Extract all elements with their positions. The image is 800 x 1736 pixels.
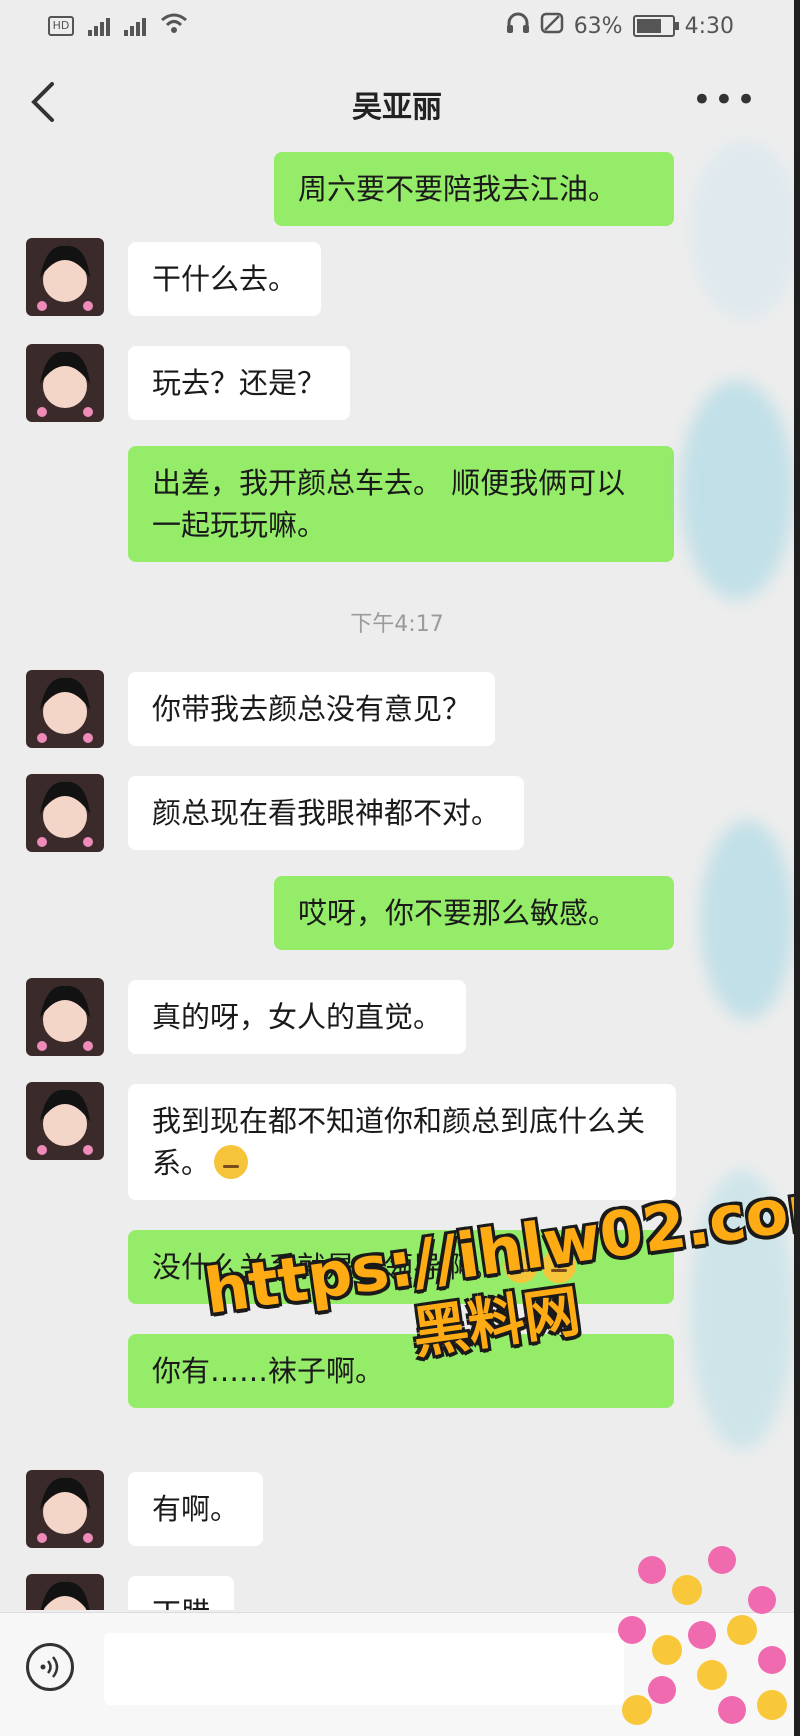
signal-icon-2 <box>124 16 146 36</box>
message-outgoing[interactable]: 周六要不要陪我去江油。 <box>274 152 674 226</box>
status-bar: HD 63% 4:30 <box>0 0 794 56</box>
message-text: 颜总现在看我眼神都不对。 <box>152 796 501 830</box>
timestamp: 下午4:17 <box>350 612 444 637</box>
hd-badge: HD <box>48 16 74 36</box>
avatar[interactable] <box>26 344 104 422</box>
avatar[interactable] <box>26 1470 104 1548</box>
pensive-face-icon <box>214 1145 249 1179</box>
screen-edge <box>794 0 800 1736</box>
message-incoming[interactable]: 我到现在都不知道你和颜总到底什么关系。 <box>128 1084 676 1200</box>
message-outgoing[interactable]: 哎呀，你不要那么敏感。 <box>274 876 674 950</box>
avatar[interactable] <box>26 238 104 316</box>
message-text: 出差，我开颜总车去。 顺便我俩可以一起玩玩嘛。 <box>152 466 626 542</box>
battery-percent: 63% <box>573 13 623 39</box>
wifi-icon <box>160 12 188 40</box>
message-text: 干什么去。 <box>152 262 298 296</box>
message-incoming[interactable]: 真的呀，女人的直觉。 <box>128 980 467 1054</box>
headphones-icon <box>506 12 530 40</box>
avatar[interactable] <box>26 670 104 748</box>
avatar[interactable] <box>26 1574 104 1610</box>
message-input[interactable] <box>104 1633 624 1705</box>
message-incoming[interactable]: 颜总现在看我眼神都不对。 <box>128 776 525 850</box>
status-left: HD <box>48 12 188 40</box>
message-text: 丁腊 <box>152 1596 210 1610</box>
message-list[interactable]: 周六要不要陪我去江油。 干什么去。 玩去？还是？ 出差，我开颜总车去。 顺便我俩… <box>0 140 794 1610</box>
status-right: 63% 4:30 <box>506 12 734 40</box>
avatar[interactable] <box>26 1082 104 1160</box>
message-text: 你带我去颜总没有意见？ <box>152 692 472 726</box>
emoji-sticker <box>612 1540 794 1736</box>
more-dots-icon[interactable]: ••• <box>692 80 758 120</box>
decorative-blob <box>680 380 794 600</box>
signal-icon <box>88 16 110 36</box>
chat-title: 吴亚丽 <box>352 90 442 125</box>
decorative-blob <box>690 140 800 320</box>
nav-bar: 吴亚丽 ••• <box>0 62 794 152</box>
message-text: 有啊。 <box>152 1492 240 1526</box>
message-text: 真的呀，女人的直觉。 <box>152 1000 443 1034</box>
message-text: 玩去？还是？ <box>152 366 327 400</box>
avatar[interactable] <box>26 978 104 1056</box>
message-incoming[interactable]: 丁腊 <box>128 1576 235 1610</box>
message-incoming[interactable]: 干什么去。 <box>128 242 322 316</box>
message-incoming[interactable]: 玩去？还是？ <box>128 346 351 420</box>
mute-icon <box>540 12 564 40</box>
avatar[interactable] <box>26 774 104 852</box>
message-text: 周六要不要陪我去江油。 <box>298 172 618 206</box>
battery-icon <box>632 15 679 37</box>
chat-screen: HD 63% 4:30 吴亚丽 ••• 周六要不要陪我去江油。 干什么去。 玩去… <box>0 0 800 1736</box>
message-incoming[interactable]: 你带我去颜总没有意见？ <box>128 672 496 746</box>
message-outgoing[interactable]: 出差，我开颜总车去。 顺便我俩可以一起玩玩嘛。 <box>128 446 674 562</box>
clock: 4:30 <box>684 13 734 39</box>
voice-input-icon[interactable] <box>26 1643 74 1691</box>
message-text: 哎呀，你不要那么敏感。 <box>298 896 618 930</box>
decorative-blob <box>700 820 794 1020</box>
message-incoming[interactable]: 有啊。 <box>128 1472 264 1546</box>
